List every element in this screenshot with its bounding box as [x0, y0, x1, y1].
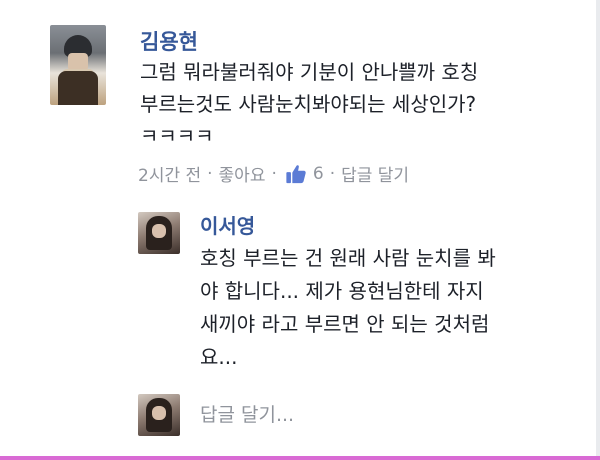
reply-avatar[interactable] [138, 212, 180, 254]
divider [0, 456, 600, 460]
comment-meta: 2시간 전 · 좋아요 · 6 · 답글 달기 [138, 161, 409, 187]
separator: · [329, 163, 336, 184]
comment-author[interactable]: 김용현 [140, 26, 198, 56]
like-count[interactable]: 6 [313, 164, 324, 184]
comment-time[interactable]: 2시간 전 [138, 161, 201, 186]
separator: · [207, 163, 213, 184]
reply-input[interactable] [196, 398, 564, 432]
like-button[interactable]: 좋아요 [219, 161, 266, 186]
avatar-face [152, 224, 166, 238]
composer-avatar [138, 394, 180, 436]
comment-text: 그럼 뭐라불러줘야 기분이 안나쁠까 호칭 부르는것도 사람눈치봐야되는 세상인… [140, 56, 478, 152]
comment-text-line: 부르는것도 사람눈치봐야되는 세상인가? [140, 92, 477, 116]
reply-text-line: 새끼야 라고 부르면 안 되는 것처럼 [200, 312, 490, 336]
avatar[interactable] [50, 25, 106, 105]
reply-text: 호칭 부르는 건 원래 사람 눈치를 봐 야 합니다... 제가 용현님한테 자… [200, 242, 496, 374]
comment-text-line: ㅋㅋㅋㅋ [140, 124, 214, 148]
avatar-coat [58, 71, 98, 105]
reply-text-line: 요... [200, 345, 238, 369]
comment-thread: 김용현 그럼 뭐라불러줘야 기분이 안나쁠까 호칭 부르는것도 사람눈치봐야되는… [0, 0, 600, 460]
divider [596, 0, 600, 460]
separator: · [271, 163, 277, 184]
avatar-face [152, 406, 166, 420]
comment-text-line: 그럼 뭐라불러줘야 기분이 안나쁠까 호칭 [140, 60, 479, 84]
reply-author[interactable]: 이서영 [200, 210, 255, 239]
reply-text-line: 야 합니다... 제가 용현님한테 자지 [200, 279, 484, 303]
thumbs-up-icon[interactable] [285, 163, 307, 185]
reply-button[interactable]: 답글 달기 [341, 161, 409, 186]
reply-text-line: 호칭 부르는 건 원래 사람 눈치를 봐 [200, 246, 496, 270]
